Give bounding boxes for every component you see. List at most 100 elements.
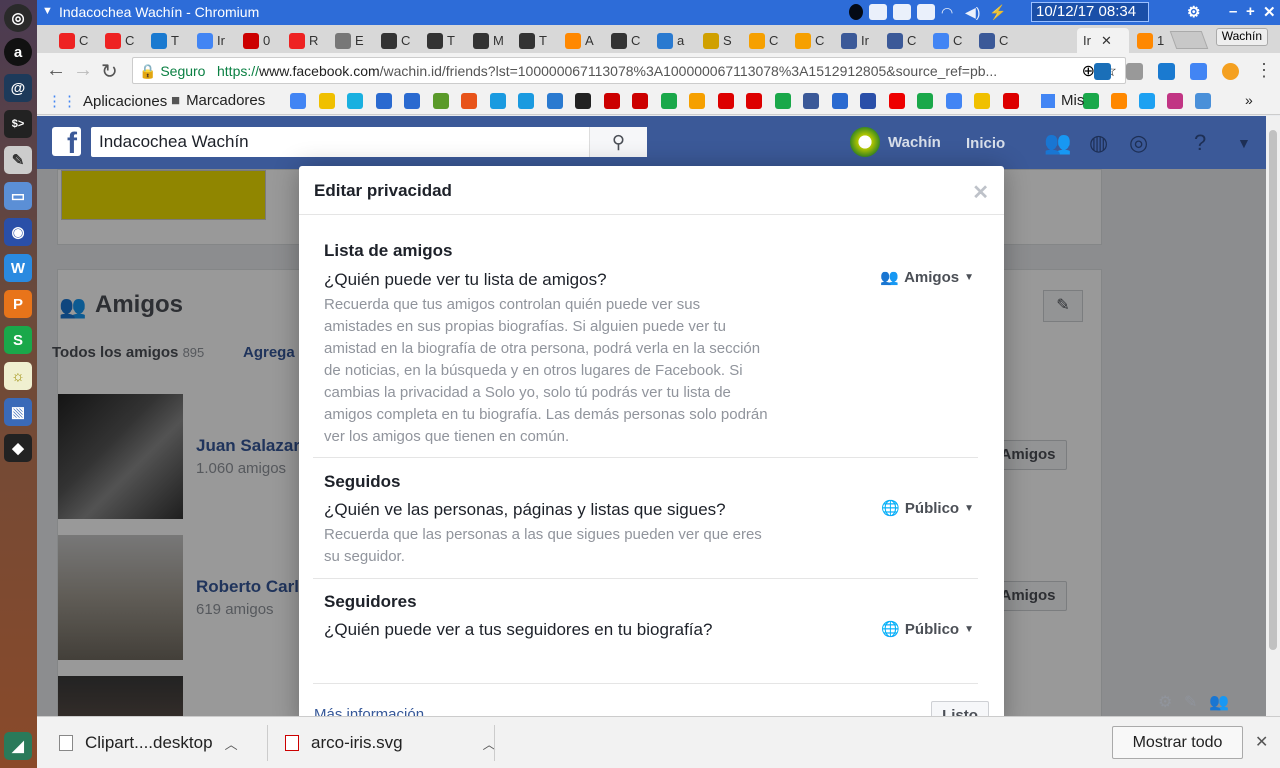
friend-requests-icon[interactable]: 👥: [1044, 130, 1071, 156]
bookmark-favicon-icon[interactable]: [945, 93, 962, 109]
settings-icon[interactable]: ⚙: [1187, 3, 1200, 21]
bookmark-favicon-icon[interactable]: [917, 93, 933, 109]
maximize-button[interactable]: +: [1246, 3, 1255, 20]
browser-tab[interactable]: T: [145, 28, 190, 53]
url-text[interactable]: https://www.facebook.com/wachin.id/frien…: [217, 63, 1037, 79]
profile-button[interactable]: Wachín: [1215, 28, 1268, 46]
bookmark-favicon-icon[interactable]: [1111, 93, 1127, 109]
browser-tab[interactable]: C: [99, 28, 144, 53]
bookmark-favicon-icon[interactable]: [803, 93, 819, 109]
bookmark-favicon-icon[interactable]: [774, 93, 791, 109]
facebook-logo-icon[interactable]: f: [52, 127, 81, 160]
forward-button[interactable]: →: [73, 59, 93, 82]
bookmark-favicon-icon[interactable]: [1195, 93, 1211, 109]
tab-close-icon[interactable]: ✕: [1101, 33, 1112, 49]
trash-icon[interactable]: ◢: [4, 732, 32, 760]
bookmark-favicon-icon[interactable]: [860, 93, 876, 109]
browser-tab[interactable]: E: [329, 28, 374, 53]
bookmark-favicon-icon[interactable]: [831, 93, 848, 109]
browser-tab[interactable]: T: [421, 28, 466, 53]
download-item[interactable]: Clipart....desktop ︿: [59, 733, 238, 753]
bookmark-favicon-icon[interactable]: [290, 93, 306, 109]
new-tab-button[interactable]: [1169, 31, 1209, 49]
browser-tab[interactable]: C: [53, 28, 98, 53]
reload-button[interactable]: ↻: [101, 59, 118, 84]
book-icon[interactable]: [893, 4, 911, 20]
bookmark-favicon-icon[interactable]: [660, 93, 677, 109]
clock[interactable]: 10/12/17 08:34: [1031, 2, 1149, 22]
bookmark-folder[interactable]: ■ Marcadores: [171, 92, 265, 109]
browser-menu-icon[interactable]: ⋮: [1255, 60, 1273, 81]
browser-tab[interactable]: A: [559, 28, 604, 53]
browser-tab[interactable]: C: [927, 28, 972, 53]
close-window-button[interactable]: ✕: [1263, 3, 1276, 21]
omnibox[interactable]: 🔒 Seguro https://www.facebook.com/wachin…: [132, 57, 1126, 84]
browser-tab[interactable]: T: [513, 28, 558, 53]
browser-tab[interactable]: C: [605, 28, 650, 53]
close-shelf-icon[interactable]: ✕: [1255, 732, 1268, 752]
bookmark-favicon-icon[interactable]: [1083, 93, 1099, 109]
swirl-app-icon[interactable]: @: [4, 74, 32, 102]
close-icon[interactable]: ✕: [972, 180, 989, 205]
bookmark-favicon-icon[interactable]: [1139, 93, 1155, 109]
settings-gear-icon[interactable]: ⚙: [1158, 692, 1172, 712]
profile-link[interactable]: Wachín: [850, 127, 941, 157]
volume-icon[interactable]: ◀): [965, 4, 983, 20]
extension-save-icon[interactable]: [1094, 63, 1111, 80]
browser-tab[interactable]: 0: [237, 28, 282, 53]
home-link[interactable]: Inicio: [966, 135, 1005, 152]
dropbox-icon[interactable]: [869, 4, 887, 20]
browser-tab[interactable]: Ir: [835, 28, 880, 53]
bookmark-favicon-icon[interactable]: [746, 93, 762, 109]
facebook-search-input[interactable]: Indacochea Wachín ⚲: [91, 127, 647, 157]
bookmark-favicon-icon[interactable]: [375, 93, 392, 109]
more-info-link[interactable]: Más información: [314, 706, 424, 716]
done-button[interactable]: Listo: [931, 701, 989, 716]
bookmark-favicon-icon[interactable]: [632, 93, 648, 109]
back-button[interactable]: ←: [46, 59, 66, 82]
browser-tab[interactable]: Ir: [191, 28, 236, 53]
notes-icon[interactable]: [917, 4, 935, 20]
chat-group-icon[interactable]: 👥: [1209, 692, 1229, 712]
browser-tab[interactable]: C: [743, 28, 788, 53]
bookmark-favicon-icon[interactable]: [974, 93, 990, 109]
secure-indicator[interactable]: 🔒 Seguro: [139, 63, 205, 80]
extension-copy-icon[interactable]: [1126, 63, 1143, 80]
bookmark-favicon-icon[interactable]: [489, 93, 506, 109]
bookmark-favicon-icon[interactable]: [347, 93, 363, 109]
dash-icon[interactable]: ◎: [4, 4, 32, 32]
bookmark-apps[interactable]: ⋮⋮ Aplicaciones: [47, 92, 167, 111]
page-scrollbar[interactable]: [1266, 116, 1280, 716]
bookmark-favicon-icon[interactable]: [603, 93, 620, 109]
browser-tab[interactable]: C: [881, 28, 926, 53]
chevron-up-icon[interactable]: ︿: [225, 734, 238, 753]
browser-tab[interactable]: R: [283, 28, 328, 53]
bookmark-favicon-icon[interactable]: [432, 93, 449, 109]
active-tab[interactable]: Ir ✕: [1077, 28, 1129, 53]
window-menu-icon[interactable]: ▼: [42, 5, 53, 17]
amazon-icon[interactable]: a: [4, 38, 32, 66]
bookmark-favicon-icon[interactable]: [404, 93, 420, 109]
bookmark-favicon-icon[interactable]: [461, 93, 477, 109]
bookmarks-overflow-icon[interactable]: »: [1245, 92, 1253, 108]
scroll-thumb[interactable]: [1269, 130, 1277, 650]
bookmark-favicon-icon[interactable]: [717, 93, 734, 109]
wps-writer-icon[interactable]: W: [4, 254, 32, 282]
wifi-icon[interactable]: ◠: [941, 4, 959, 20]
audience-selector[interactable]: 🌐 Público ▼: [881, 499, 974, 518]
text-editor-icon[interactable]: ✎: [4, 146, 32, 174]
browser-tab[interactable]: C: [973, 28, 1018, 53]
zoom-icon[interactable]: ⊕: [1082, 61, 1095, 81]
audience-selector[interactable]: 🌐 Público ▼: [881, 620, 974, 639]
browser-tab[interactable]: M: [467, 28, 512, 53]
terminal-icon[interactable]: $>: [4, 110, 32, 138]
chromium-icon[interactable]: ◉: [4, 218, 32, 246]
download-item[interactable]: arco-iris.svg ︿: [285, 733, 496, 753]
extension-heart-icon[interactable]: [1158, 63, 1175, 80]
browser-tab[interactable]: S: [697, 28, 742, 53]
bookmark-mis[interactable]: Mis: [1041, 92, 1084, 109]
bookmark-favicon-icon[interactable]: [318, 93, 335, 109]
show-all-button[interactable]: Mostrar todo: [1112, 726, 1243, 759]
bookmark-favicon-icon[interactable]: [575, 93, 591, 109]
battery-icon[interactable]: ⚡: [989, 4, 1007, 20]
